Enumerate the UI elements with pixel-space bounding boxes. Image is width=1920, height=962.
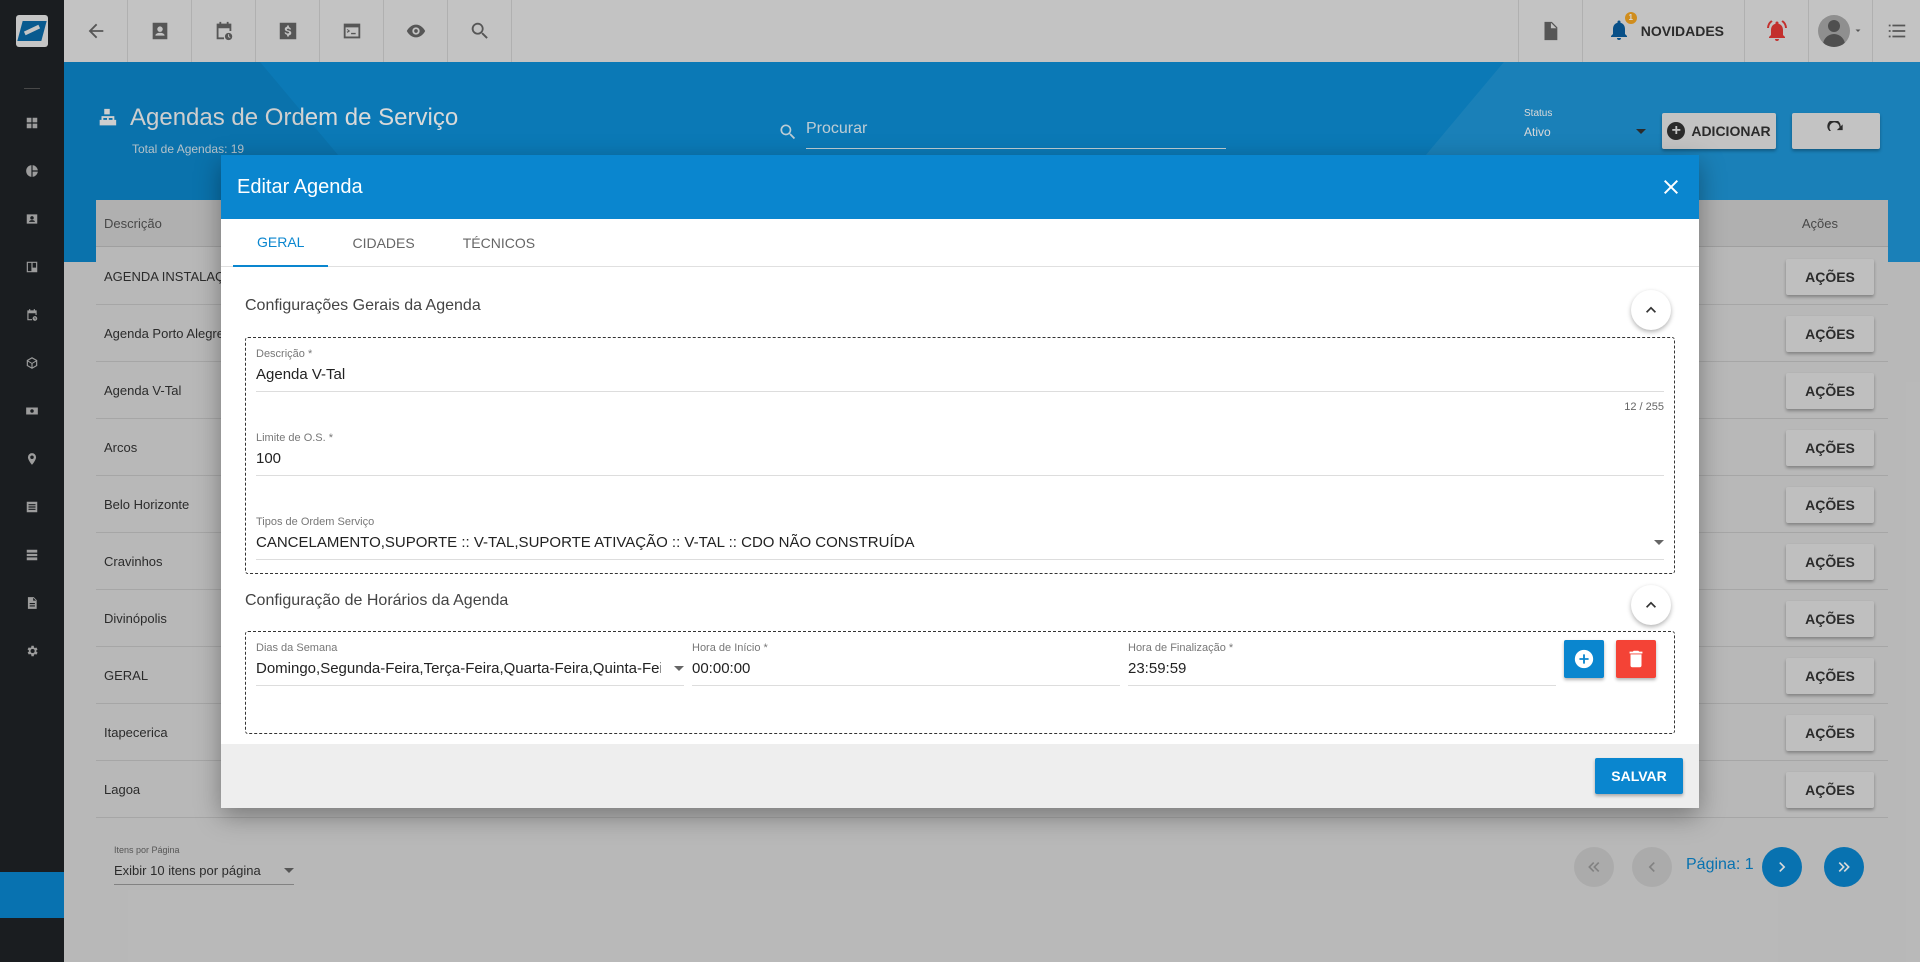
chevron-up-icon [1646,601,1656,608]
dias-field[interactable]: Dias da Semana Domingo,Segunda-Feira,Ter… [256,642,684,686]
tipos-label: Tipos de Ordem Serviço [256,516,375,528]
fim-input[interactable]: 23:59:59 [1128,660,1556,686]
collapse-schedule-button[interactable] [1631,585,1671,625]
section-schedule-title: Configuração de Horários da Agenda [245,592,509,609]
dialog-tabs: GERAL CIDADES TÉCNICOS [221,219,1699,267]
descricao-field[interactable]: Descrição * Agenda V-Tal [256,348,1664,392]
descricao-input[interactable]: Agenda V-Tal [256,366,1664,392]
inicio-label: Hora de Início * [692,642,768,654]
section-general-title: Configurações Gerais da Agenda [245,297,481,314]
tab-tecnicos[interactable]: TÉCNICOS [439,219,559,267]
delete-schedule-button[interactable] [1616,640,1656,678]
close-button[interactable] [1659,175,1683,199]
close-icon [1664,180,1678,194]
limite-label: Limite de O.S. * [256,432,334,444]
tipos-value: CANCELAMENTO,SUPORTE :: V-TAL,SUPORTE AT… [256,534,915,551]
limite-input[interactable]: 100 [256,450,1664,476]
char-counter: 12 / 255 [1624,401,1664,413]
dialog-footer: SALVAR [221,744,1699,808]
schedule-box: Dias da Semana Domingo,Segunda-Feira,Ter… [245,631,1675,734]
descricao-label: Descrição * [256,348,313,360]
dialog-title: Editar Agenda [237,175,363,198]
limite-field[interactable]: Limite de O.S. * 100 [256,432,1664,476]
tipos-select[interactable]: CANCELAMENTO,SUPORTE :: V-TAL,SUPORTE AT… [256,534,1664,560]
tab-cidades[interactable]: CIDADES [328,219,438,267]
dropdown-caret-icon [674,666,684,671]
inicio-field[interactable]: Hora de Início * 00:00:00 [692,642,1120,686]
plus-circle-icon [1574,649,1594,669]
fim-field[interactable]: Hora de Finalização * 23:59:59 [1128,642,1556,686]
dropdown-caret-icon [1654,540,1664,545]
inicio-input[interactable]: 00:00:00 [692,660,1120,686]
chevron-up-icon [1646,306,1656,313]
dialog-header: Editar Agenda [221,155,1699,219]
general-settings-box: Descrição * Agenda V-Tal 12 / 255 Limite… [245,337,1675,574]
dias-select[interactable]: Domingo,Segunda-Feira,Terça-Feira,Quarta… [256,660,684,686]
edit-agenda-dialog: Editar Agenda GERAL CIDADES TÉCNICOS Con… [221,155,1699,808]
add-schedule-button[interactable] [1564,640,1604,678]
dias-value: Domingo,Segunda-Feira,Terça-Feira,Quarta… [256,660,661,677]
save-button[interactable]: SALVAR [1595,758,1683,794]
collapse-general-button[interactable] [1631,290,1671,330]
tipos-field[interactable]: Tipos de Ordem Serviço CANCELAMENTO,SUPO… [256,516,1664,560]
fim-label: Hora de Finalização * [1128,642,1234,654]
trash-icon [1629,650,1643,668]
dias-label: Dias da Semana [256,642,338,654]
tab-geral[interactable]: GERAL [233,219,329,267]
